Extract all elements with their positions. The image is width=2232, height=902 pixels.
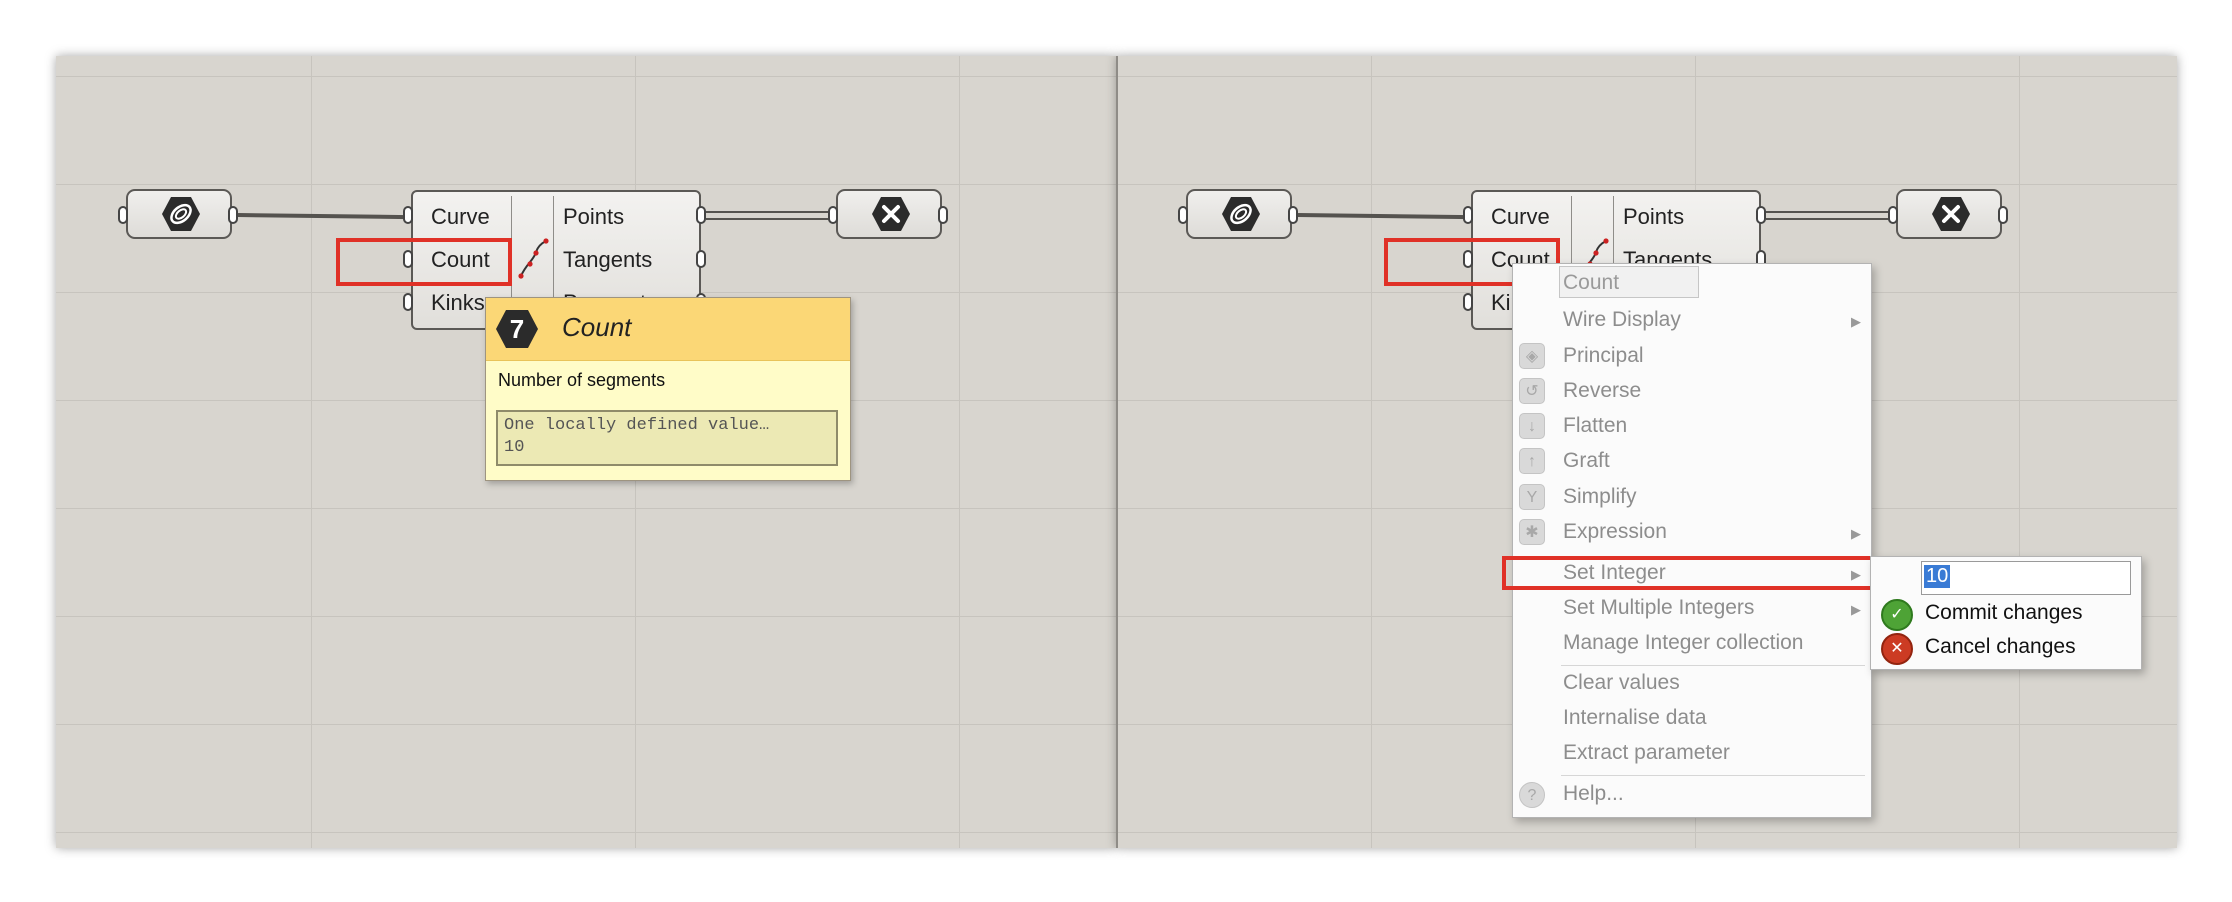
input-curve[interactable]: Curve [1491,204,1550,230]
menu-item-manage-integer-collection[interactable]: Manage Integer collection [1563,631,1804,655]
panel-divider [1116,56,1118,848]
curve-param-left[interactable] [126,189,232,239]
param-input-grip[interactable] [118,206,128,224]
tooltip-value-line1: One locally defined value… [504,416,770,435]
simplify-icon: Y [1519,484,1545,510]
tooltip-value-box: One locally defined value… 10 [496,410,838,466]
tooltip-value-line2: 10 [504,438,525,457]
param-output-grip[interactable] [1288,206,1298,224]
integer-value-text: 10 [1924,565,1951,588]
input-grip-kinks[interactable] [1463,293,1473,311]
param-input-grip[interactable] [1888,206,1898,224]
output-grip-tangents[interactable] [696,250,706,268]
menu-item-flatten[interactable]: Flatten [1563,414,1627,438]
menu-item-graft[interactable]: Graft [1563,449,1610,473]
output-tangents[interactable]: Tangents [563,247,652,273]
menu-item-extract-parameter[interactable]: Extract parameter [1563,741,1730,765]
menu-item-internalise-data[interactable]: Internalise data [1563,706,1707,730]
help-icon: ? [1519,782,1545,808]
menu-item-wire-display[interactable]: Wire Display [1563,308,1681,332]
set-integer-submenu: 10 ✓ Commit changes ✕ Cancel changes [1870,556,2142,670]
submenu-arrow-icon: ▶ [1851,526,1861,541]
point-param-icon [872,197,910,231]
commit-changes-item[interactable]: Commit changes [1925,601,2083,625]
wire [706,218,834,220]
submenu-arrow-icon: ▶ [1851,602,1861,617]
expression-icon: ✱ [1519,519,1545,545]
point-param-left[interactable] [836,189,942,239]
output-grip-points[interactable] [1756,206,1766,224]
input-curve[interactable]: Curve [431,204,490,230]
count-highlight-box [336,238,512,286]
graft-icon: ↑ [1519,448,1545,474]
point-param-icon [1932,197,1970,231]
menu-item-simplify[interactable]: Simplify [1563,485,1637,509]
input-grip-curve[interactable] [1463,206,1473,224]
param-output-grip[interactable] [938,206,948,224]
menu-separator [1561,775,1865,776]
tooltip-title: Count [562,312,632,342]
cancel-icon: ✕ [1881,633,1913,665]
param-output-grip[interactable] [228,206,238,224]
svg-text:7: 7 [510,314,524,344]
curve-param-right[interactable] [1186,189,1292,239]
curve-param-icon [162,197,200,231]
input-grip-kinks[interactable] [403,293,413,311]
principal-icon: ◈ [1519,343,1545,369]
set-integer-highlight-box [1502,556,1878,590]
menu-item-expression[interactable]: Expression [1563,520,1667,544]
point-param-right[interactable] [1896,189,2002,239]
wire [706,211,834,213]
menu-item-help[interactable]: Help... [1563,782,1624,806]
wire [1766,211,1894,213]
output-points[interactable]: Points [563,204,624,230]
tooltip-description: Number of segments [498,370,666,390]
divide-curve-icon [518,238,549,279]
cancel-changes-item[interactable]: Cancel changes [1925,635,2076,659]
output-grip-points[interactable] [696,206,706,224]
integer-param-icon: 7 [496,310,538,348]
tooltip-header [486,298,850,361]
menu-separator [1561,665,1865,666]
integer-value-input[interactable]: 10 [1921,561,2131,595]
menu-item-principal[interactable]: Principal [1563,344,1644,368]
count-context-menu: Count Wire Display ▶ ◈ Principal ↺ Rever… [1512,263,1872,818]
wire [1766,218,1894,220]
reverse-icon: ↺ [1519,378,1545,404]
param-output-grip[interactable] [1998,206,2008,224]
menu-item-set-multiple-integers[interactable]: Set Multiple Integers [1563,596,1754,620]
input-grip-curve[interactable] [403,206,413,224]
param-input-grip[interactable] [1178,206,1188,224]
flatten-icon: ↓ [1519,413,1545,439]
commit-icon: ✓ [1881,599,1913,631]
submenu-arrow-icon: ▶ [1851,314,1861,329]
param-input-grip[interactable] [828,206,838,224]
menu-title: Count [1563,271,1620,294]
menu-item-clear-values[interactable]: Clear values [1563,671,1680,695]
menu-item-reverse[interactable]: Reverse [1563,379,1641,403]
input-kinks[interactable]: Kinks [431,290,485,316]
count-tooltip: 7 Count Number of segments One locally d… [485,297,851,481]
curve-param-icon [1222,197,1260,231]
output-points[interactable]: Points [1623,204,1684,230]
